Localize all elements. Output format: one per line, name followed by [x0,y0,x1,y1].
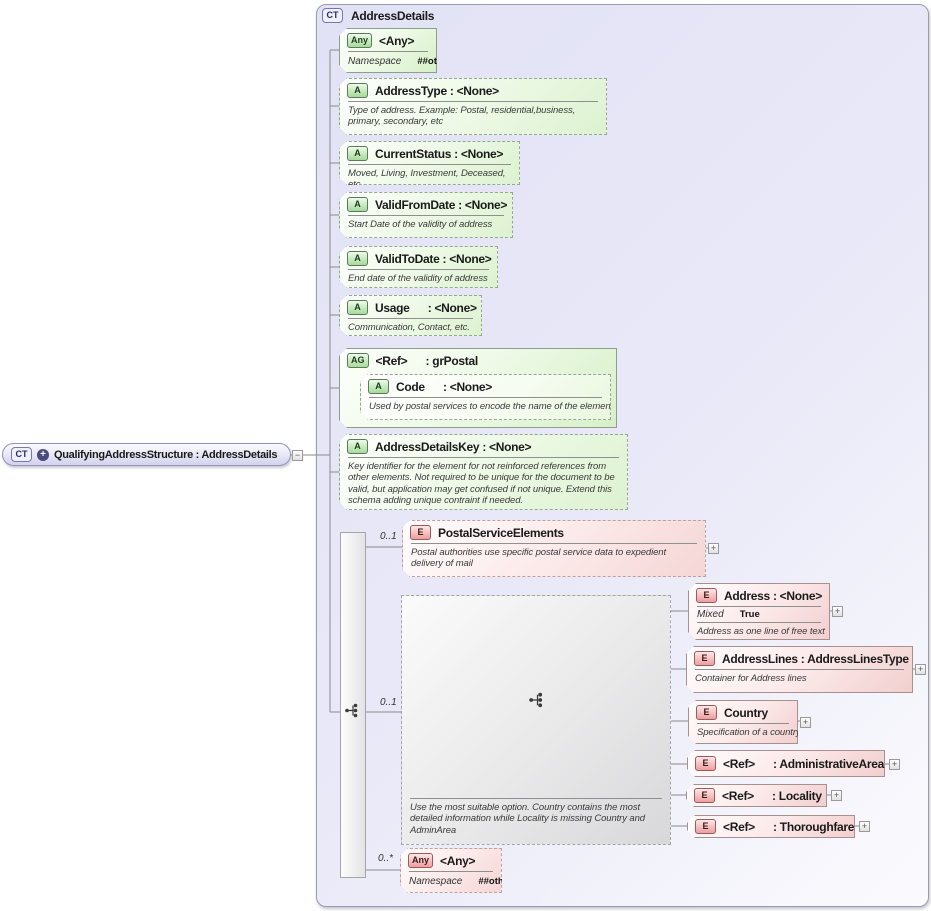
any-badge: Any [347,33,372,48]
element-annotation: Address as one line of free text [689,624,829,640]
namespace-label: Namespace [409,876,462,887]
occurrence-label: 0..1 [380,531,397,542]
attribute-title: AddressDetailsKey : <None> [375,440,531,454]
attribute-badge: A [347,197,368,212]
attribute-badge: A [347,146,368,161]
attribute-box-code[interactable]: A Code : <None> Used by postal services … [360,374,611,420]
expand-button-address[interactable]: + [832,606,843,617]
attribute-annotation: Key identifier for the element for not r… [340,459,627,510]
element-badge: E [696,705,717,720]
attribute-title: ValidFromDate : <None> [375,198,507,212]
attribute-box-validfromdate[interactable]: A ValidFromDate : <None> Start Date of t… [339,192,513,238]
element-title: Country [724,706,768,720]
attribute-box-currentstatus[interactable]: A CurrentStatus : <None> Moved, Living, … [339,141,520,185]
any-title: <Any> [440,854,475,868]
any-title: <Any> [379,34,414,48]
element-title: Address : <None> [724,589,822,603]
element-title: <Ref> : Locality [722,789,822,803]
attribute-annotation: End date of the validity of address [340,271,497,287]
choice-compositor-box[interactable]: Use the most suitable option. Country co… [401,595,671,845]
element-title: PostalServiceElements [438,526,564,540]
element-box-country[interactable]: E Country Specification of a country [688,700,798,744]
attribute-box-validtodate[interactable]: A ValidToDate : <None> End date of the v… [339,246,498,288]
attribute-title: Code : <None> [396,380,492,394]
attribute-annotation: Type of address. Example: Postal, reside… [340,103,606,131]
element-badge: E [694,788,715,803]
attribute-annotation: Start Date of the validity of address [340,217,512,233]
attribute-badge: A [347,251,368,266]
choice-note-text: Use the most suitable option. Country co… [402,800,670,839]
any-badge: Any [408,853,433,868]
element-annotation: Specification of a country [689,725,797,741]
attribute-group-badge: AG [347,353,369,368]
attribute-title: ValidToDate : <None> [375,252,491,266]
attribute-annotation: Used by postal services to encode the na… [361,399,610,415]
expand-button-administrativearea[interactable]: + [889,759,900,770]
sequence-compositor-icon [344,702,361,719]
expand-button-addresslines[interactable]: + [915,664,926,675]
attribute-box-usage[interactable]: A Usage : <None> Communication, Contact,… [339,295,482,336]
complex-type-badge: CT [322,8,343,23]
attribute-box-addressdetailskey[interactable]: A AddressDetailsKey : <None> Key identif… [339,434,628,510]
element-annotation: Postal authorities use specific postal s… [403,545,705,573]
element-badge: E [695,819,716,834]
expand-button-thoroughfare[interactable]: + [859,821,870,832]
attribute-title: Usage : <None> [375,301,477,315]
element-badge: E [695,756,716,771]
attribute-badge: A [368,379,389,394]
mixed-label: Mixed [697,609,724,620]
root-node-title: QualifyingAddressStructure : AddressDeta… [54,449,277,461]
root-node-qualifyingaddressstructure[interactable]: CT + QualifyingAddressStructure : Addres… [2,443,291,466]
attribute-title: AddressType : <None> [375,84,499,98]
attribute-title: CurrentStatus : <None> [375,147,503,161]
namespace-label: Namespace [348,56,401,67]
expand-button-country[interactable]: + [800,717,811,728]
element-box-administrativearea[interactable]: E <Ref> : AdministrativeArea [687,750,885,777]
element-title: <Ref> : AdministrativeArea [723,757,884,771]
attribute-badge: A [347,83,368,98]
element-badge: E [696,588,717,603]
schema-diagram: CT AddressDetails CT + QualifyingAddress… [0,0,931,911]
element-box-postalserviceelements[interactable]: E PostalServiceElements Postal authoriti… [402,520,706,577]
attribute-group-box-grpostal[interactable]: AG <Ref> : grPostal A Code : <None> Used… [339,348,617,428]
choice-compositor-icon [528,691,546,709]
root-ct-badge: CT [11,447,32,462]
expand-button-locality[interactable]: + [831,790,842,801]
element-badge: E [694,651,715,666]
element-title: AddressLines : AddressLinesType [722,652,909,666]
attribute-badge: A [347,439,368,454]
element-badge: E [410,525,431,540]
any-attribute-box-top[interactable]: Any <Any> Namespace ##other [339,28,437,73]
derived-type-icon: + [37,449,49,461]
complex-type-title: AddressDetails [351,9,434,23]
element-box-locality[interactable]: E <Ref> : Locality [686,784,827,807]
attribute-annotation: Communication, Contact, etc. [340,320,481,336]
element-box-thoroughfare[interactable]: E <Ref> : Thoroughfare [687,815,855,838]
any-element-box-bottom[interactable]: Any <Any> Namespace ##other [400,848,502,893]
attribute-badge: A [347,300,368,315]
element-annotation: Container for Address lines [687,671,912,687]
collapse-button-root[interactable]: − [292,450,303,461]
occurrence-label: 0..* [378,853,393,864]
element-box-addresslines[interactable]: E AddressLines : AddressLinesType Contai… [686,646,913,693]
attribute-group-title: <Ref> : grPostal [376,354,478,368]
occurrence-label: 0..1 [380,697,397,708]
attribute-box-addresstype[interactable]: A AddressType : <None> Type of address. … [339,78,607,135]
mixed-value: True [740,609,760,620]
element-title: <Ref> : Thoroughfare [723,820,854,834]
element-box-address[interactable]: E Address : <None> Mixed True Address as… [688,583,830,640]
expand-button-postalserviceelements[interactable]: + [708,543,719,554]
